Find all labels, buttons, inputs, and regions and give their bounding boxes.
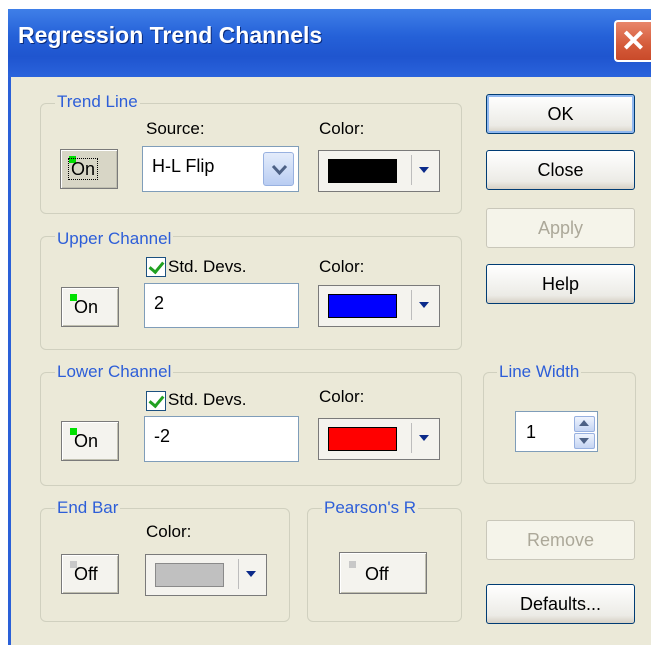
upper-channel-toggle[interactable]: On <box>61 287 119 327</box>
trend-line-toggle-label: On <box>67 158 99 180</box>
lower-channel-toggle-label: On <box>74 431 99 451</box>
dropdown-arrow-icon[interactable] <box>411 423 436 453</box>
spin-down-icon[interactable] <box>574 433 595 449</box>
remove-button-label: Remove <box>526 530 595 550</box>
close-window-button[interactable]: ✕ <box>614 20 651 62</box>
upper-color-swatch <box>328 294 397 318</box>
ok-button[interactable]: OK <box>486 94 635 134</box>
line-width-spinner[interactable]: 1 <box>515 411 598 452</box>
lower-std-devs-value: -2 <box>154 426 171 446</box>
lower-channel-legend: Lower Channel <box>55 362 174 382</box>
remove-button[interactable]: Remove <box>486 520 635 560</box>
pearsons-r-legend: Pearson's R <box>322 498 419 518</box>
trend-color-label: Color: <box>319 119 365 138</box>
defaults-button-label: Defaults... <box>519 594 602 614</box>
spin-up-icon[interactable] <box>574 416 595 432</box>
dropdown-arrow-icon[interactable] <box>238 559 263 589</box>
upper-channel-legend: Upper Channel <box>55 229 174 249</box>
end-bar-toggle[interactable]: Off <box>61 554 119 594</box>
lower-std-devs-label: Std. Devs. <box>168 390 247 409</box>
source-label: Source: <box>146 119 205 138</box>
trend-color-swatch <box>328 159 397 183</box>
lower-channel-toggle[interactable]: On <box>61 421 119 461</box>
defaults-button[interactable]: Defaults... <box>486 584 635 624</box>
pearsons-r-toggle[interactable]: Off <box>339 552 427 594</box>
help-button[interactable]: Help <box>486 264 635 304</box>
upper-color-picker[interactable] <box>318 285 440 327</box>
source-value: H-L Flip <box>152 156 215 176</box>
lower-color-swatch <box>328 427 397 451</box>
apply-button-label: Apply <box>537 218 584 238</box>
close-button[interactable]: Close <box>486 150 635 190</box>
upper-std-devs-label: Std. Devs. <box>168 257 247 276</box>
end-bar-color-label: Color: <box>146 522 192 541</box>
dropdown-arrow-icon[interactable] <box>411 155 436 185</box>
upper-channel-toggle-label: On <box>74 297 99 317</box>
upper-std-devs-value: 2 <box>154 293 165 313</box>
trend-color-picker[interactable] <box>318 150 440 192</box>
close-button-label: Close <box>537 160 584 180</box>
upper-std-devs-checkbox[interactable] <box>146 257 166 277</box>
trend-line-toggle[interactable]: On <box>60 149 118 189</box>
end-bar-color-swatch <box>155 563 224 587</box>
lower-std-devs-input[interactable]: -2 <box>144 416 299 462</box>
dropdown-arrow-icon[interactable] <box>411 290 436 320</box>
help-button-label: Help <box>541 274 580 294</box>
upper-color-label: Color: <box>319 257 365 276</box>
upper-std-devs-input[interactable]: 2 <box>144 283 299 328</box>
off-indicator-icon <box>349 561 356 568</box>
close-icon: ✕ <box>620 25 647 58</box>
lower-std-devs-checkbox[interactable] <box>146 391 166 411</box>
end-bar-legend: End Bar <box>55 498 121 518</box>
window-title: Regression Trend Channels <box>18 22 323 48</box>
source-select[interactable]: H-L Flip <box>142 146 299 192</box>
end-bar-color-picker[interactable] <box>145 554 267 596</box>
line-width-value: 1 <box>526 422 537 442</box>
chevron-down-icon[interactable] <box>263 152 294 186</box>
lower-color-label: Color: <box>319 387 365 406</box>
ok-button-label: OK <box>547 104 574 124</box>
line-width-legend: Line Width <box>497 362 582 382</box>
apply-button[interactable]: Apply <box>486 208 635 248</box>
lower-color-picker[interactable] <box>318 418 440 460</box>
end-bar-toggle-label: Off <box>74 564 98 584</box>
pearsons-r-toggle-label: Off <box>365 564 389 584</box>
trend-line-legend: Trend Line <box>55 92 140 112</box>
